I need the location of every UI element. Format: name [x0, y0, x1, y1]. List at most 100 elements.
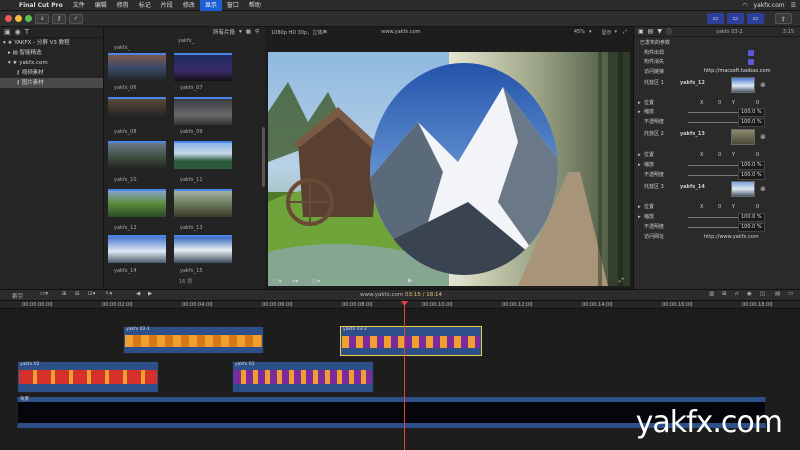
clip-thumbnail[interactable] — [108, 141, 166, 169]
import-icon[interactable]: ↓ — [35, 14, 49, 24]
play-button[interactable]: ▶ — [408, 277, 413, 284]
menu-item-window[interactable]: 窗口 — [222, 0, 244, 11]
libraries-icon[interactable]: ▣ — [4, 28, 11, 36]
menu-item-mark[interactable]: 标记 — [134, 0, 156, 11]
timeline-clip[interactable]: yakfx 03 — [232, 361, 374, 393]
share-icon[interactable]: ⇪ — [775, 13, 792, 24]
position-y[interactable]: 0 — [756, 99, 759, 108]
timeline-ruler[interactable]: 00:00:00:00 00:00:02:00 00:00:04:00 00:0… — [0, 301, 800, 309]
timeline-toggle-button[interactable]: ▭ — [727, 13, 744, 24]
clip-thumbnail[interactable] — [108, 189, 166, 217]
skimming-icon[interactable]: ⊞ — [722, 291, 727, 297]
scale-field[interactable]: 100.0 % — [738, 161, 765, 170]
menu-item-trim[interactable]: 修剪 — [112, 0, 134, 11]
info-icon[interactable]: ⓘ — [666, 27, 672, 36]
snapping-icon[interactable]: ◫ — [760, 291, 765, 297]
reset-icon[interactable]: ⊗ — [760, 133, 766, 141]
zoom-select[interactable]: 45% — [574, 29, 585, 35]
solo-icon[interactable]: ◉ — [747, 291, 752, 297]
view-menu-icon[interactable]: ⬚▾ — [273, 278, 282, 285]
clip-thumbnail[interactable] — [108, 97, 166, 125]
opacity-field[interactable]: 100.0 % — [738, 223, 765, 232]
opacity-slider[interactable] — [688, 175, 738, 176]
menu-item-view[interactable]: 显示 — [199, 0, 222, 11]
reset-icon[interactable]: ⊗ — [760, 81, 766, 89]
background-tasks-icon[interactable]: ✓ — [69, 14, 83, 24]
libraries-toggle-button[interactable]: ▭ — [707, 13, 724, 24]
clip-thumbnail[interactable] — [108, 53, 166, 81]
inspector-toggle-button[interactable]: ▭ — [747, 13, 764, 24]
clip-filter-select[interactable]: 所有片段 — [213, 28, 235, 36]
scale-slider[interactable] — [688, 217, 738, 218]
library-item-smart[interactable]: ▸ ▤ 智能精选 — [0, 48, 103, 58]
forward-icon[interactable]: ▶ — [148, 291, 152, 297]
menu-item-file[interactable]: 文件 — [68, 0, 90, 11]
menu-item-app[interactable]: Final Cut Pro — [14, 0, 68, 11]
photos-icon[interactable]: ◉ — [15, 28, 21, 36]
view-options-select[interactable]: 显示 — [601, 29, 611, 36]
search-icon[interactable]: ⚲ — [255, 29, 259, 35]
drop-zone-3-well[interactable] — [731, 181, 755, 197]
disclosure-icon[interactable]: ▸ — [638, 151, 641, 160]
speed-icon[interactable]: ◷▾ — [312, 278, 320, 285]
transform-icon[interactable]: ⌗▾ — [292, 278, 298, 286]
clip-thumbnail[interactable] — [174, 189, 232, 217]
fullscreen-playback-icon[interactable]: ⤢ — [619, 277, 624, 285]
position-x[interactable]: 0 — [718, 99, 721, 108]
disclosure-icon[interactable]: ▸ — [638, 99, 641, 108]
drop-zone-1-well[interactable] — [731, 77, 755, 93]
connect-clip-icon[interactable]: ⊞ — [62, 291, 67, 297]
video-frame[interactable] — [268, 52, 630, 286]
titles-icon[interactable]: T — [25, 28, 29, 36]
position-y[interactable]: 0 — [756, 151, 759, 160]
append-clip-icon[interactable]: ⊡▾ — [88, 291, 95, 297]
insert-clip-icon[interactable]: ⊟ — [75, 291, 80, 297]
library-item-video[interactable]: ⚷ 视频素材 — [0, 68, 103, 78]
library-item-event[interactable]: ▾ ★ yakfx.com — [0, 58, 103, 68]
reset-icon[interactable]: ⊗ — [760, 185, 766, 193]
scale-field[interactable]: 100.0 % — [738, 213, 765, 222]
list-menu-icon[interactable]: ☰ — [791, 2, 796, 9]
select-tool-icon[interactable]: ↖▾ — [105, 291, 112, 297]
position-x[interactable]: 0 — [718, 203, 721, 212]
video-inspector-icon[interactable]: ▣ — [638, 28, 644, 35]
grid-view-icon[interactable]: ▦ — [246, 29, 251, 35]
audio-meters-icon[interactable]: ▥ — [709, 291, 714, 297]
clip-thumbnail[interactable] — [174, 141, 232, 169]
clip-thumbnail[interactable] — [174, 53, 232, 81]
disclosure-icon[interactable]: ▸ — [638, 213, 641, 222]
opacity-field[interactable]: 100.0 % — [738, 118, 765, 127]
menu-item-help[interactable]: 帮助 — [244, 0, 266, 11]
filmstrip-icon[interactable]: ▤ — [648, 28, 654, 35]
fullscreen-icon[interactable]: ⤢ — [623, 29, 627, 35]
playhead[interactable] — [404, 301, 405, 450]
scale-slider[interactable] — [688, 165, 738, 166]
clip-thumbnail[interactable] — [174, 235, 232, 263]
build-in-checkbox[interactable] — [748, 50, 754, 56]
clip-display-icon[interactable]: ▤ — [775, 291, 780, 297]
keyword-icon[interactable]: ⚷ — [52, 14, 66, 24]
position-y[interactable]: 0 — [756, 203, 759, 212]
zoom-window-button[interactable] — [25, 15, 32, 22]
clip-appearance-icon[interactable]: ▭▾ — [40, 291, 48, 297]
zoom-icon[interactable]: ▭ — [788, 291, 793, 297]
wifi-icon[interactable]: ◠ — [742, 2, 747, 9]
opacity-slider[interactable] — [688, 227, 738, 228]
menu-item-edit[interactable]: 编辑 — [90, 0, 112, 11]
build-out-checkbox[interactable] — [748, 59, 754, 65]
disclosure-icon[interactable]: ▸ — [638, 161, 641, 170]
clip-thumbnail[interactable] — [174, 97, 232, 125]
timeline-clip-selected[interactable]: yakfx 03-2 — [340, 326, 482, 356]
timeline-clip[interactable]: yakfx 02 — [17, 361, 159, 393]
url-field[interactable]: http://macsoft.taobao.com — [702, 68, 788, 77]
clip-thumbnail[interactable] — [108, 235, 166, 263]
headphones-icon[interactable]: ∩ — [735, 291, 739, 297]
library-root[interactable]: ▾ ★ YAKFX - 分屏 V3 教程 — [0, 38, 103, 48]
filter-icon[interactable]: ▼ — [657, 28, 662, 35]
minimize-window-button[interactable] — [15, 15, 22, 22]
disclosure-icon[interactable]: ▸ — [638, 203, 641, 212]
opacity-slider[interactable] — [688, 122, 738, 123]
scale-field[interactable]: 100.0 % — [738, 108, 765, 117]
menu-item-modify[interactable]: 修改 — [178, 0, 200, 11]
close-window-button[interactable] — [5, 15, 12, 22]
